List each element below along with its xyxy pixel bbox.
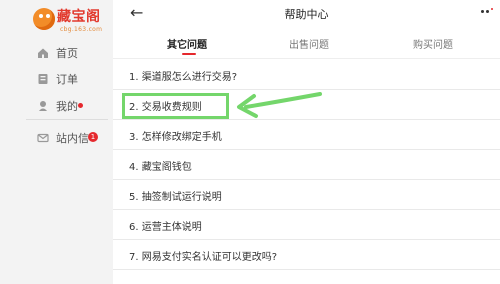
pointer-arrow-icon: [237, 92, 322, 118]
tab-bar: 其它问题 出售问题 购买问题: [113, 28, 500, 59]
sidebar: 藏宝阁 cbg.163.com 首页 订单 我的 站内信 1: [0, 0, 109, 284]
mascot-icon: [33, 8, 55, 30]
tab-buying-questions[interactable]: 购买问题: [413, 36, 453, 51]
sidebar-item-label: 站内信: [56, 132, 89, 145]
brand-logo[interactable]: 藏宝阁 cbg.163.com: [33, 6, 105, 36]
list-item[interactable]: 5. 抽签制试运行说明: [113, 180, 500, 210]
list-item[interactable]: 4. 藏宝阁钱包: [113, 150, 500, 180]
brand-url: cbg.163.com: [60, 26, 103, 33]
user-icon: [39, 101, 47, 111]
page-title: 帮助中心: [284, 8, 329, 21]
order-icon: [38, 74, 48, 84]
mail-icon: [37, 133, 49, 143]
brand-name: 藏宝阁: [57, 9, 101, 25]
more-icon[interactable]: [480, 5, 498, 19]
sidebar-item-label: 首页: [56, 47, 78, 60]
tab-other-questions[interactable]: 其它问题: [167, 36, 207, 51]
list-item[interactable]: 6. 运营主体说明: [113, 210, 500, 240]
notification-dot: [78, 103, 83, 108]
sidebar-item-label: 订单: [56, 73, 78, 86]
highlight-box: [122, 93, 229, 119]
sidebar-item-mine[interactable]: 我的: [0, 94, 109, 118]
sidebar-item-inbox[interactable]: 站内信 1: [0, 126, 109, 150]
home-icon: [38, 48, 48, 58]
list-item[interactable]: 7. 网易支付实名认证可以更改吗?: [113, 240, 500, 270]
sidebar-item-label: 我的: [56, 100, 78, 113]
divider: [26, 119, 108, 120]
sidebar-item-home[interactable]: 首页: [0, 41, 109, 65]
sidebar-item-orders[interactable]: 订单: [0, 67, 109, 91]
top-bar: ← 帮助中心: [113, 0, 500, 26]
help-center-panel: ← 帮助中心 其它问题 出售问题 购买问题 1. 渠道服怎么进行交易? 2. 交…: [113, 0, 500, 284]
list-item[interactable]: 1. 渠道服怎么进行交易?: [113, 60, 500, 90]
tab-selling-questions[interactable]: 出售问题: [289, 36, 329, 51]
active-tab-indicator: [182, 53, 196, 55]
unread-badge: 1: [88, 132, 98, 142]
